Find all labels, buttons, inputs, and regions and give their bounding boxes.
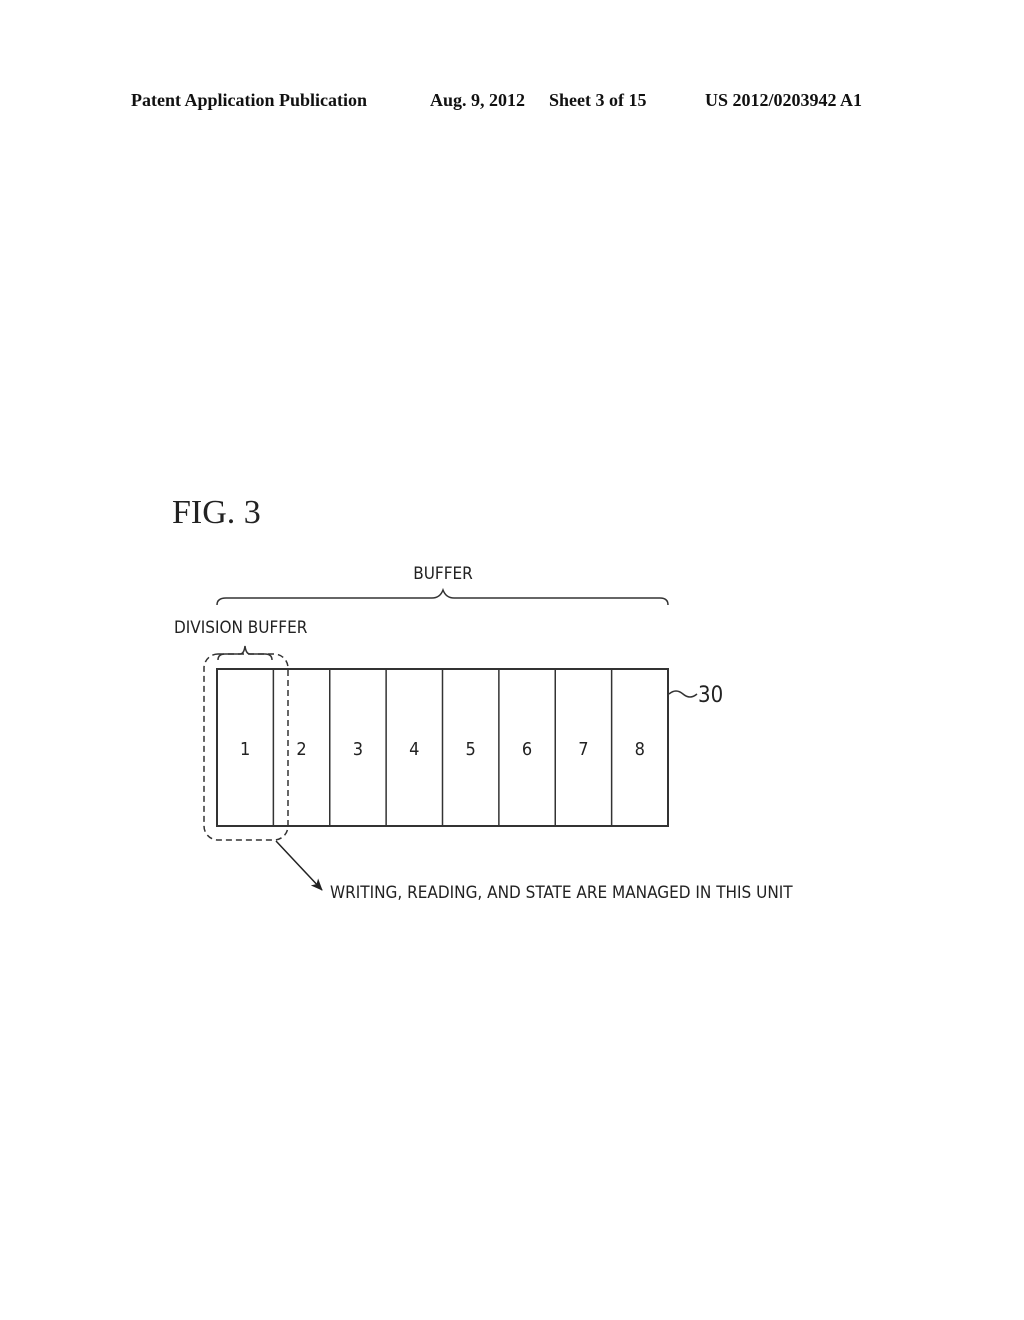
reference-numeral: 30 (698, 683, 723, 708)
buffer-brace (216, 587, 669, 606)
reference-leader (668, 690, 698, 698)
annotation-text: WRITING, READING, AND STATE ARE MANAGED … (330, 883, 793, 903)
cell-label-7: 7 (578, 739, 588, 760)
cell-label-4: 4 (409, 739, 419, 760)
cell-label-6: 6 (522, 739, 532, 760)
buffer-label: BUFFER (413, 564, 473, 584)
cell-label-1: 1 (240, 739, 250, 760)
buffer-diagram: BUFFER DIVISION BUFFER 1 2 3 4 5 6 7 8 30 WRITI… (174, 564, 793, 903)
buffer-cells: 1 2 3 4 5 6 7 8 (240, 669, 645, 826)
cell-label-8: 8 (635, 739, 645, 760)
division-buffer-brace (217, 645, 273, 661)
cell-label-5: 5 (466, 739, 476, 760)
cell-label-2: 2 (296, 739, 306, 760)
division-buffer-label: DIVISION BUFFER (174, 618, 308, 638)
cell-label-3: 3 (353, 739, 363, 760)
annotation-arrow (275, 840, 323, 891)
